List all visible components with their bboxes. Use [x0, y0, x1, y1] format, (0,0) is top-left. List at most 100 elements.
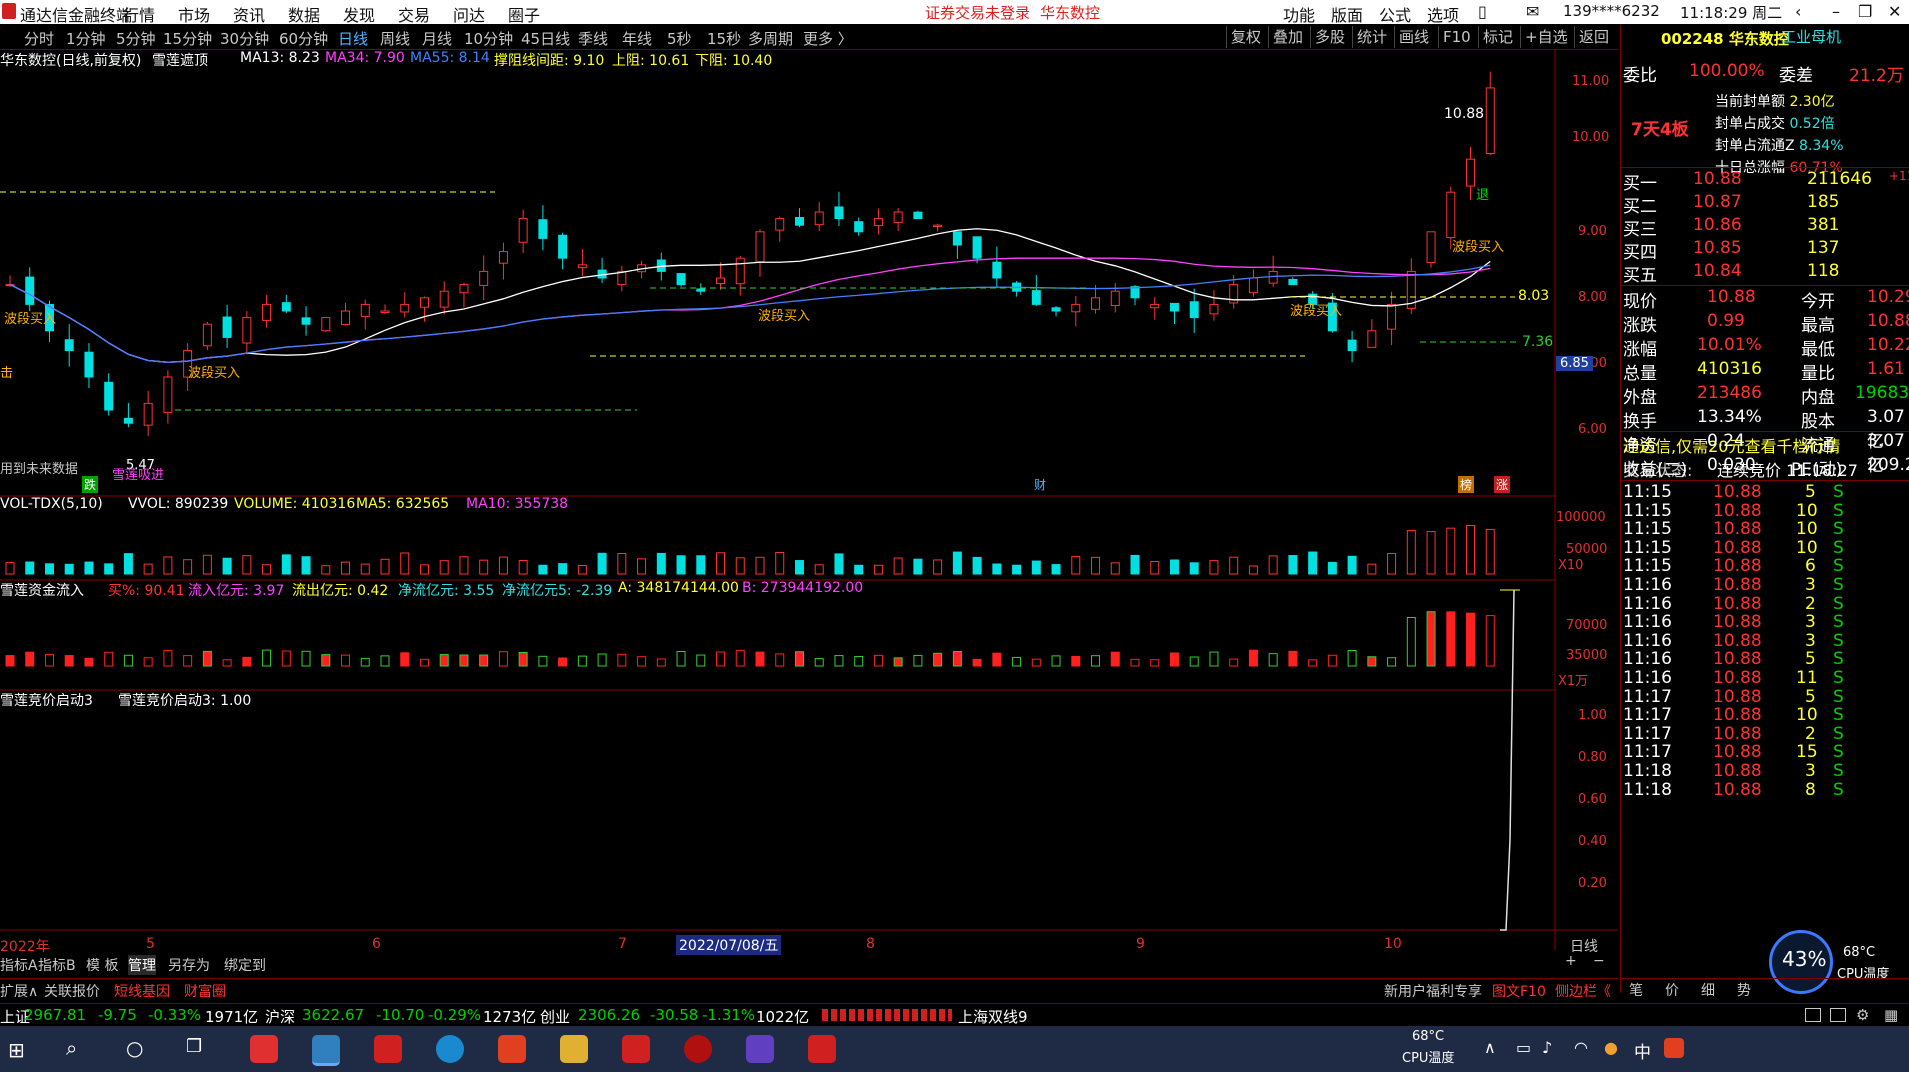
candle-body[interactable] [1110, 290, 1120, 307]
tab-sidebar[interactable]: 侧边栏《 [1555, 981, 1611, 1001]
candle-body[interactable] [1169, 302, 1179, 312]
tray-wifi-icon[interactable]: ◠ [1574, 1038, 1588, 1057]
candle-body[interactable] [518, 218, 528, 243]
candle-body[interactable] [64, 339, 74, 352]
market-breadth-icon[interactable] [822, 1009, 952, 1021]
candle-body[interactable] [735, 257, 745, 285]
zoom-in-icon[interactable]: + [1565, 953, 1577, 969]
period-weekly[interactable]: 周线 [380, 28, 410, 49]
candle-body[interactable] [1446, 191, 1456, 239]
tab-wealth-circle[interactable]: 财富圈 [184, 981, 226, 1001]
candle-body[interactable] [1426, 231, 1436, 263]
flow-info-name[interactable]: 雪莲资金流入 [0, 580, 84, 600]
btn-diejia[interactable]: 叠加 [1268, 26, 1307, 48]
candle-body[interactable] [873, 218, 883, 227]
tray-volume-icon[interactable]: ♪ [1542, 1038, 1552, 1057]
close-icon[interactable]: ✕ [1888, 2, 1901, 21]
candle-body[interactable] [1051, 307, 1061, 312]
app-tdx-icon[interactable] [250, 1035, 278, 1063]
candle-body[interactable] [163, 376, 173, 413]
candle-body[interactable] [1031, 290, 1041, 305]
finance-badge[interactable]: 财 [1034, 476, 1046, 493]
tray-network-icon[interactable]: ▭ [1516, 1038, 1531, 1057]
period-more[interactable]: 更多 〉 [803, 28, 853, 49]
menu-gongneng[interactable]: 功能 [1283, 2, 1315, 26]
app-mountain-icon[interactable] [746, 1035, 774, 1063]
candle-body[interactable] [380, 310, 390, 314]
candle-body[interactable] [716, 277, 726, 285]
layout-icon-2[interactable] [1830, 1008, 1846, 1022]
tab-save-as[interactable]: 另存为 [168, 955, 210, 975]
candle-body[interactable] [933, 224, 943, 228]
menu-jiaoyi[interactable]: 交易 [398, 2, 430, 26]
candle-body[interactable] [439, 290, 449, 308]
period-5sec[interactable]: 5秒 [667, 28, 692, 49]
tab-trend[interactable]: 势 [1737, 980, 1751, 1000]
tab-manage[interactable]: 管理 [128, 955, 156, 975]
period-15min[interactable]: 15分钟 [163, 28, 212, 49]
message-icon[interactable]: ✉ [1526, 2, 1539, 21]
candle-body[interactable] [419, 297, 429, 308]
tray-chevron-icon[interactable]: ∧ [1484, 1038, 1496, 1057]
period-fenshi[interactable]: 分时 [24, 28, 54, 49]
app-stock-icon[interactable] [622, 1035, 650, 1063]
menu-zixun[interactable]: 资讯 [233, 2, 265, 26]
candle-body[interactable] [1347, 339, 1357, 352]
tab-price[interactable]: 价 [1665, 980, 1679, 1000]
tab-expand[interactable]: 扩展∧ [0, 981, 38, 1001]
menu-wenda[interactable]: 问达 [453, 2, 485, 26]
btn-biaoji[interactable]: 标记 [1478, 26, 1517, 48]
tab-bind-to[interactable]: 绑定到 [224, 955, 266, 975]
maximize-icon[interactable]: ❐ [1858, 2, 1872, 21]
candle-body[interactable] [1189, 301, 1199, 319]
candle-body[interactable] [341, 310, 351, 326]
tab-related-quote[interactable]: 关联报价 [44, 981, 100, 1001]
period-10min[interactable]: 10分钟 [464, 28, 513, 49]
candle-body[interactable] [834, 206, 844, 220]
candle-body[interactable] [281, 302, 291, 312]
tab-indicator-b[interactable]: 指标B [38, 955, 76, 975]
menu-quanzi[interactable]: 圈子 [508, 2, 540, 26]
stock-code-name[interactable]: 002248 华东数控 [1661, 28, 1789, 49]
period-15sec[interactable]: 15秒 [707, 28, 741, 49]
candle-body[interactable] [577, 264, 587, 269]
candle-body[interactable] [854, 221, 864, 233]
app-wps-icon[interactable] [808, 1035, 836, 1063]
candle-body[interactable] [1367, 330, 1377, 348]
fall-badge[interactable]: 跌 [82, 476, 99, 493]
tray-app-icon[interactable]: ● [1604, 1038, 1618, 1057]
period-daily[interactable]: 日线 [338, 28, 368, 49]
menu-hangqing[interactable]: 行情 [123, 2, 155, 26]
period-monthly[interactable]: 月线 [422, 28, 452, 49]
login-notice[interactable]: 证券交易未登录 [925, 2, 1030, 23]
period-quarter[interactable]: 季线 [578, 28, 608, 49]
period-multi[interactable]: 多周期 [748, 28, 793, 49]
gear-icon[interactable]: ⚙ [1856, 1006, 1869, 1024]
tab-f10-graphic[interactable]: 图文F10 [1492, 981, 1546, 1001]
search-icon[interactable]: ⌕ [66, 1036, 77, 1060]
phone-icon[interactable]: ▯ [1478, 2, 1487, 21]
period-year[interactable]: 年线 [622, 28, 652, 49]
user-account[interactable]: 139****6232 [1563, 2, 1660, 20]
tab-indicator-a[interactable]: 指标A [0, 955, 38, 975]
candle-body[interactable] [972, 236, 982, 259]
candle-body[interactable] [84, 351, 94, 378]
candle-body[interactable] [1091, 297, 1101, 310]
candle-body[interactable] [25, 276, 35, 305]
bid-info-name[interactable]: 雪莲竞价启动3 [0, 690, 93, 710]
kline-chart-svg[interactable] [0, 50, 1618, 986]
main-info-indicator[interactable]: 雪莲遮顶 [152, 50, 208, 70]
candle-body[interactable] [676, 273, 686, 286]
candle-body[interactable] [321, 317, 331, 332]
dual-line-label[interactable]: 上海双线9 [958, 1006, 1028, 1027]
candle-body[interactable] [1248, 277, 1258, 294]
candle-body[interactable] [538, 219, 548, 239]
back-icon[interactable]: ‹ [1795, 2, 1801, 21]
menu-banmian[interactable]: 版面 [1331, 2, 1363, 26]
candle-body[interactable] [104, 381, 114, 411]
candle-body[interactable] [1288, 278, 1298, 286]
menu-faxian[interactable]: 发现 [343, 2, 375, 26]
candle-body[interactable] [242, 317, 252, 344]
cortana-icon[interactable]: ○ [126, 1036, 143, 1060]
index-cy-name[interactable]: 创业 [540, 1006, 570, 1027]
